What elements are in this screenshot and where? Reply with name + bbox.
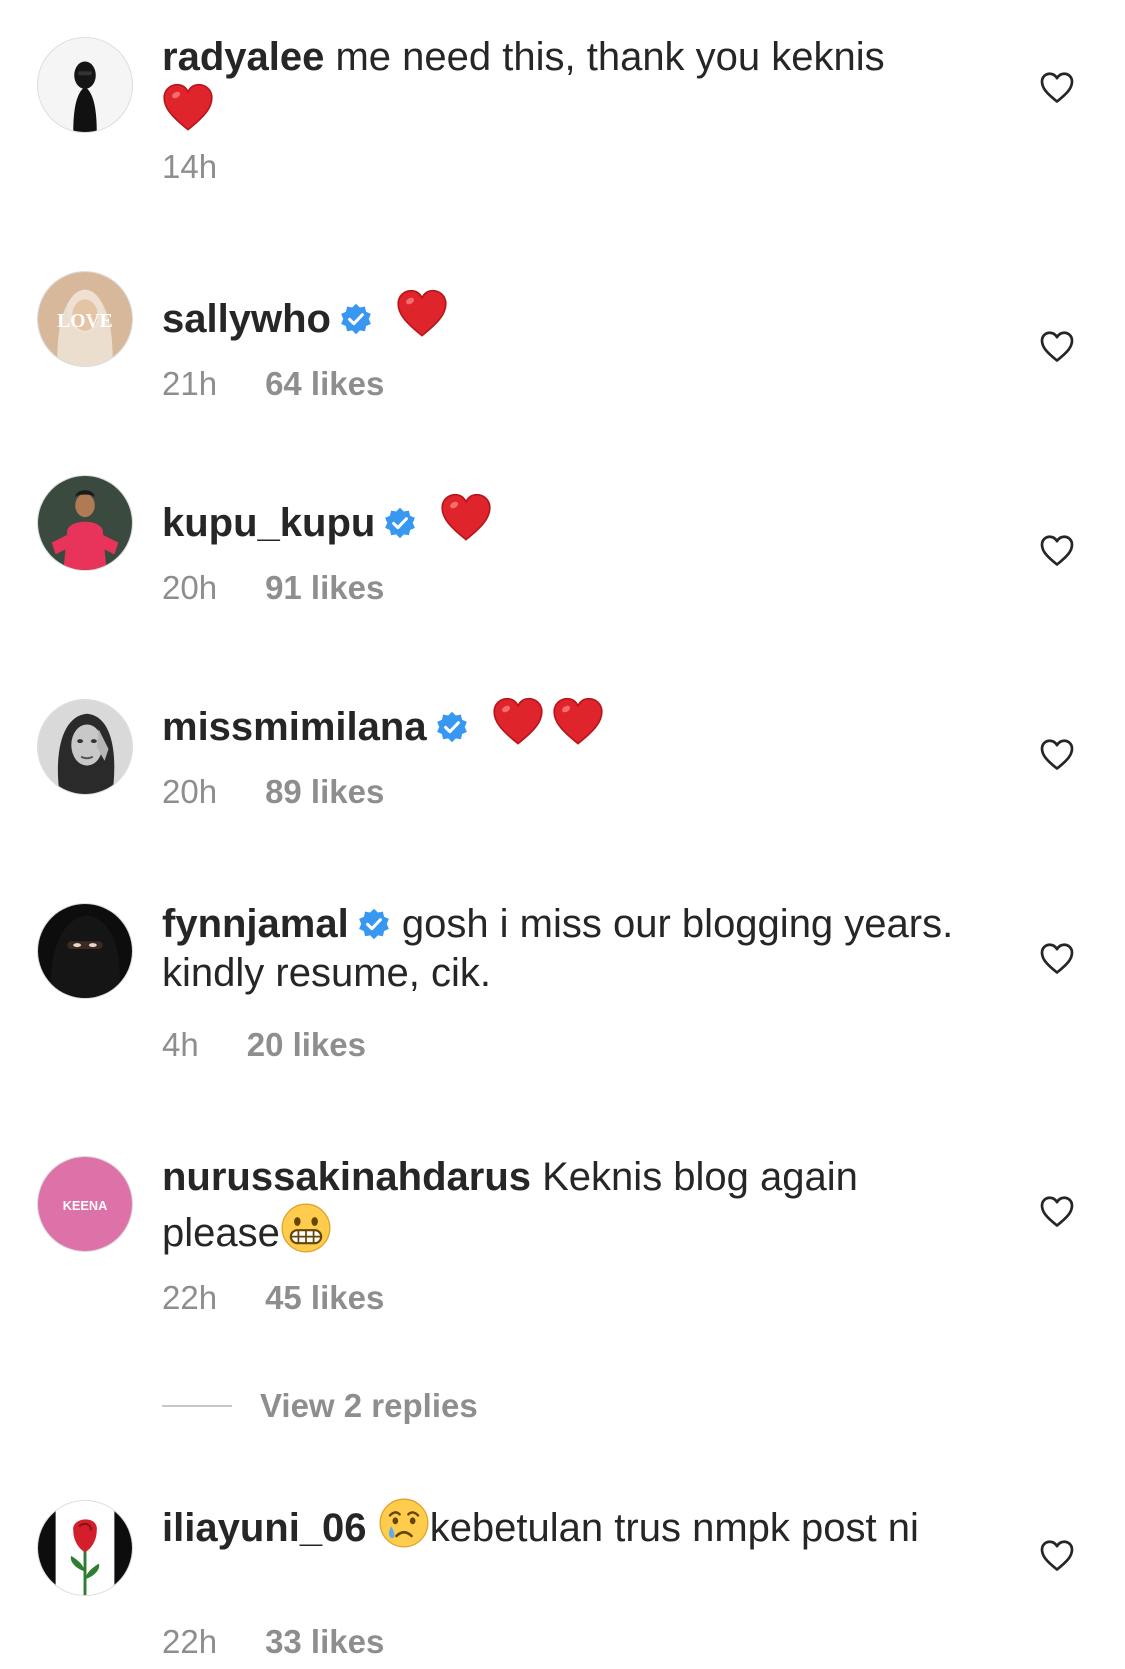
timestamp: 14h <box>162 148 218 185</box>
crying-face-emoji <box>378 1497 430 1549</box>
like-count[interactable]: 89 likes <box>265 773 384 810</box>
verified-badge-icon <box>383 506 417 540</box>
timestamp: 4h <box>162 1026 199 1063</box>
comment-spacer <box>367 1506 378 1550</box>
red-heart-emoji <box>440 492 492 544</box>
username[interactable]: kupu_kupu <box>162 501 375 545</box>
like-count[interactable]: 20 likes <box>247 1026 366 1063</box>
avatar[interactable] <box>37 699 133 795</box>
heart-outline-icon <box>1038 941 1076 977</box>
view-replies-label: View 2 replies <box>260 1387 478 1424</box>
comment-meta: 21h 64 likes <box>162 364 384 404</box>
comment-meta: 4h 20 likes <box>162 1025 366 1065</box>
like-button[interactable] <box>1038 1194 1076 1230</box>
heart-outline-icon <box>1038 329 1076 365</box>
verified-badge-icon <box>339 302 373 336</box>
comment-meta: 20h 91 likes <box>162 568 384 608</box>
like-button[interactable] <box>1038 70 1076 106</box>
username[interactable]: fynnjamal <box>162 902 349 946</box>
svg-text:LOVE: LOVE <box>57 311 112 332</box>
like-button[interactable] <box>1038 329 1076 365</box>
comment-text: kupu_kupu <box>162 492 982 548</box>
red-heart-emoji <box>492 696 544 748</box>
like-count[interactable]: 33 likes <box>265 1623 384 1660</box>
red-heart-emoji <box>162 82 214 134</box>
replies-divider <box>162 1405 232 1407</box>
username[interactable]: radyalee <box>162 35 324 79</box>
view-replies-button[interactable]: View 2 replies <box>162 1386 478 1426</box>
timestamp: 20h <box>162 773 218 810</box>
username[interactable]: iliayuni_06 <box>162 1506 367 1550</box>
heart-outline-icon <box>1038 1194 1076 1230</box>
comment-body: kebetulan trus nmpk post ni <box>429 1506 919 1550</box>
comment-meta: 20h 89 likes <box>162 772 384 812</box>
timestamp: 20h <box>162 569 218 606</box>
avatar[interactable]: KEENA <box>37 1156 133 1252</box>
comment-text: radyalee me need this, thank you keknis <box>162 33 982 138</box>
like-button[interactable] <box>1038 1538 1076 1574</box>
timestamp: 22h <box>162 1279 218 1316</box>
comment-text: nurussakinahdarus Keknis blog again plea… <box>162 1153 982 1258</box>
comment-meta: 14h <box>162 147 217 187</box>
comment-meta: 22h 45 likes <box>162 1278 384 1318</box>
heart-outline-icon <box>1038 533 1076 569</box>
like-count[interactable]: 64 likes <box>265 365 384 402</box>
like-button[interactable] <box>1038 737 1076 773</box>
svg-text:KEENA: KEENA <box>63 1198 108 1213</box>
verified-badge-icon <box>435 710 469 744</box>
red-heart-emoji <box>396 288 448 340</box>
comment-body: me need this, thank you keknis <box>324 35 885 79</box>
comment-meta: 22h 33 likes <box>162 1622 384 1662</box>
username[interactable]: missmimilana <box>162 705 427 749</box>
grimacing-face-emoji <box>280 1202 332 1254</box>
heart-outline-icon <box>1038 737 1076 773</box>
like-button[interactable] <box>1038 941 1076 977</box>
red-heart-emoji <box>552 696 604 748</box>
timestamp: 22h <box>162 1623 218 1660</box>
like-count[interactable]: 45 likes <box>265 1279 384 1316</box>
avatar[interactable]: LOVE <box>37 271 133 367</box>
comment-text: missmimilana <box>162 696 982 752</box>
avatar[interactable] <box>37 37 133 133</box>
avatar[interactable] <box>37 1500 133 1596</box>
timestamp: 21h <box>162 365 218 402</box>
comment-text: fynnjamal gosh i miss our blogging years… <box>162 900 982 998</box>
like-button[interactable] <box>1038 533 1076 569</box>
verified-badge-icon <box>357 907 391 941</box>
comment-text: iliayuni_06 kebetulan trus nmpk post ni <box>162 1497 982 1553</box>
username[interactable]: sallywho <box>162 297 331 341</box>
avatar[interactable] <box>37 903 133 999</box>
like-count[interactable]: 91 likes <box>265 569 384 606</box>
username[interactable]: nurussakinahdarus <box>162 1155 531 1199</box>
heart-outline-icon <box>1038 1538 1076 1574</box>
avatar[interactable] <box>37 475 133 571</box>
comment-text: sallywho <box>162 288 982 344</box>
heart-outline-icon <box>1038 70 1076 106</box>
